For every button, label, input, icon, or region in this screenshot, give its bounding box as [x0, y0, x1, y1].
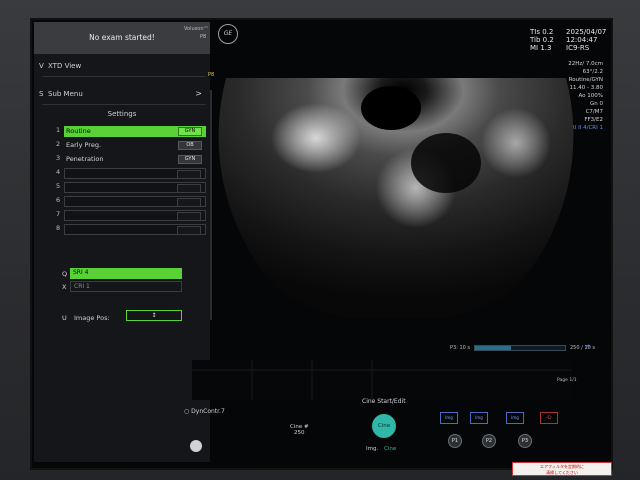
p2-button[interactable]: P2 [482, 434, 496, 448]
left-menu-panel: No exam started! V XTD View S Sub Menu >… [34, 22, 210, 462]
index-readout: TIs 0.2 Tib 0.2 MI 1.3 [530, 28, 554, 52]
dyncontr-value: DynContr.7 [191, 408, 225, 415]
sticker-line-2: 清掃してください [546, 470, 578, 475]
page-indicator: Page 1/1 [557, 378, 577, 383]
tile-cr[interactable]: -Cr [540, 412, 558, 424]
menu-sub-menu-key: S [39, 90, 44, 98]
menu-xtd-view[interactable]: V XTD View [34, 58, 210, 74]
settings-row-empty-4[interactable] [64, 168, 206, 179]
image-pos-label: Image Pos: [74, 314, 110, 322]
img-cine-toggle[interactable]: Img. Cine [366, 446, 396, 452]
settings-row-early-preg[interactable]: Early Preg. OB [64, 140, 206, 151]
tib-value: Tib 0.2 [530, 36, 554, 44]
cine-knob[interactable]: Cine [372, 414, 396, 438]
mini-left-label: P3: 10 s [450, 345, 470, 351]
mini-right-label: 250 / 10 s [570, 345, 595, 351]
settings-row-7-num: 7 [56, 210, 61, 218]
settings-row-empty-6[interactable] [64, 196, 206, 207]
settings-row-8-num: 8 [56, 224, 61, 232]
x-key: X [62, 283, 67, 291]
cine-label: Cine [383, 446, 397, 452]
tile-img-2[interactable]: Img [470, 412, 488, 424]
model-value: IC9-RS [566, 44, 590, 52]
menu-xtd-view-key: V [39, 62, 44, 70]
probe-label: P8 [200, 34, 207, 40]
trackball-button[interactable] [190, 440, 202, 452]
settings-row-6-num: 6 [56, 196, 61, 204]
settings-row-empty-5[interactable] [64, 182, 206, 193]
dyncontr-label[interactable]: ○ DynContr.7 [184, 408, 225, 415]
menu-sub-menu[interactable]: S Sub Menu > [34, 86, 210, 102]
mini-left-value: 10 s [459, 345, 471, 351]
settings-row-3-num: 3 [56, 154, 61, 162]
cine-hash-value: 250 [294, 430, 305, 436]
menu-xtd-view-label: XTD View [48, 62, 82, 70]
filter-cleaning-sticker: エアフィルタを定期的に 清掃してください [512, 462, 612, 476]
settings-row-routine[interactable]: Routine GYN [64, 126, 206, 137]
settings-row-penetration-label: Penetration [66, 155, 104, 163]
settings-row-early-preg-label: Early Preg. [66, 141, 102, 149]
settings-row-routine-label: Routine [66, 127, 91, 135]
cine-start-edit-label: Cine Start/Edit [362, 398, 406, 405]
brand-label: Voluson™ [184, 26, 209, 32]
imaging-param: 22Hz/ 7.0cm [568, 61, 603, 67]
date-value: 2025/04/07 [566, 28, 607, 36]
cine-progress-fill [475, 346, 511, 350]
x-cri-field[interactable]: CRI 1 [70, 281, 182, 292]
ultrasound-image [218, 78, 574, 318]
p1-button[interactable]: P1 [448, 434, 462, 448]
q-sri-field[interactable]: SRI 4 [70, 268, 182, 279]
q-key: Q [62, 270, 68, 278]
settings-row-5-num: 5 [56, 182, 61, 190]
ultrasound-screen: No exam started! V XTD View S Sub Menu >… [30, 18, 613, 470]
image-pos-button[interactable]: ↕ [126, 310, 182, 321]
settings-row-empty-7[interactable] [64, 210, 206, 221]
settings-row-2-num: 2 [56, 140, 61, 148]
cine-progress-track[interactable] [474, 345, 566, 351]
settings-row-empty-8[interactable] [64, 224, 206, 235]
ge-logo: GE [218, 24, 238, 44]
divider [42, 76, 206, 77]
time-value: 12:04:47 [566, 36, 598, 44]
cine-filmstrip [192, 360, 572, 400]
p3-button[interactable]: P3 [518, 434, 532, 448]
snowflake-icon[interactable]: ❄ [586, 344, 590, 350]
datetime-readout: 2025/04/07 12:04:47 IC9-RS [566, 28, 606, 52]
tile-img-1[interactable]: Img [440, 412, 458, 424]
settings-title: Settings [107, 110, 137, 118]
settings-row-1-num: 1 [56, 126, 61, 134]
mi-value: MI 1.3 [530, 44, 552, 52]
settings-row-penetration[interactable]: Penetration GYN [64, 154, 206, 165]
divider [42, 104, 206, 105]
tis-value: TIs 0.2 [530, 28, 554, 36]
tile-img-3[interactable]: Img [506, 412, 524, 424]
image-pos-key: U [62, 314, 67, 322]
cine-hash-control[interactable]: Cine # 250 [290, 424, 309, 436]
img-label: Img. [366, 446, 379, 452]
mini-left-key: P3: [450, 345, 458, 351]
menu-sub-menu-label: Sub Menu [48, 90, 83, 98]
settings-row-4-num: 4 [56, 168, 61, 176]
